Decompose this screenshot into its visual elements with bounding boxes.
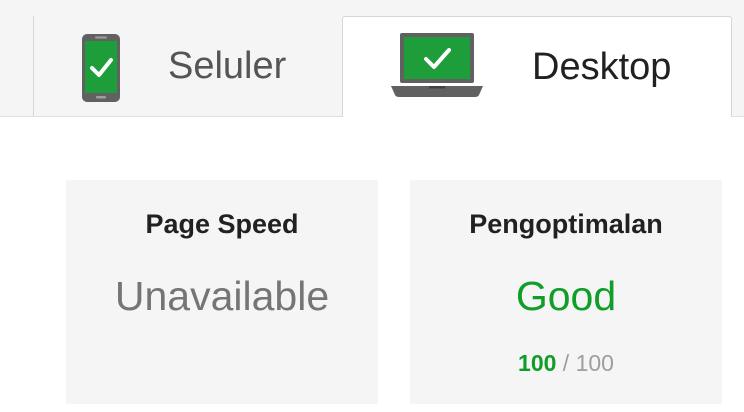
device-tab-bar: Seluler Desktop [0,0,744,117]
optimization-score-max: 100 [575,350,614,376]
optimization-score: 100 / 100 [410,350,722,378]
optimization-card: Pengoptimalan Good 100 / 100 [410,180,722,404]
page-speed-value: Unavailable [114,273,330,319]
tab-mobile-label: Seluler [168,45,287,87]
tab-mobile[interactable]: Seluler [34,16,342,116]
page-speed-card: Page Speed Unavailable [66,180,378,404]
laptop-check-icon [391,33,483,97]
tab-desktop[interactable]: Desktop [342,16,732,117]
page-speed-title: Page Speed [145,209,299,239]
pagespeed-results: Seluler Desktop Page Speed Unavailable P… [0,0,744,412]
optimization-title: Pengoptimalan [469,209,663,239]
optimization-value: Good [515,273,617,319]
mobile-phone-check-icon [82,34,120,102]
score-separator: / [562,350,570,376]
tab-desktop-label: Desktop [532,46,672,88]
optimization-score-value: 100 [518,350,557,376]
